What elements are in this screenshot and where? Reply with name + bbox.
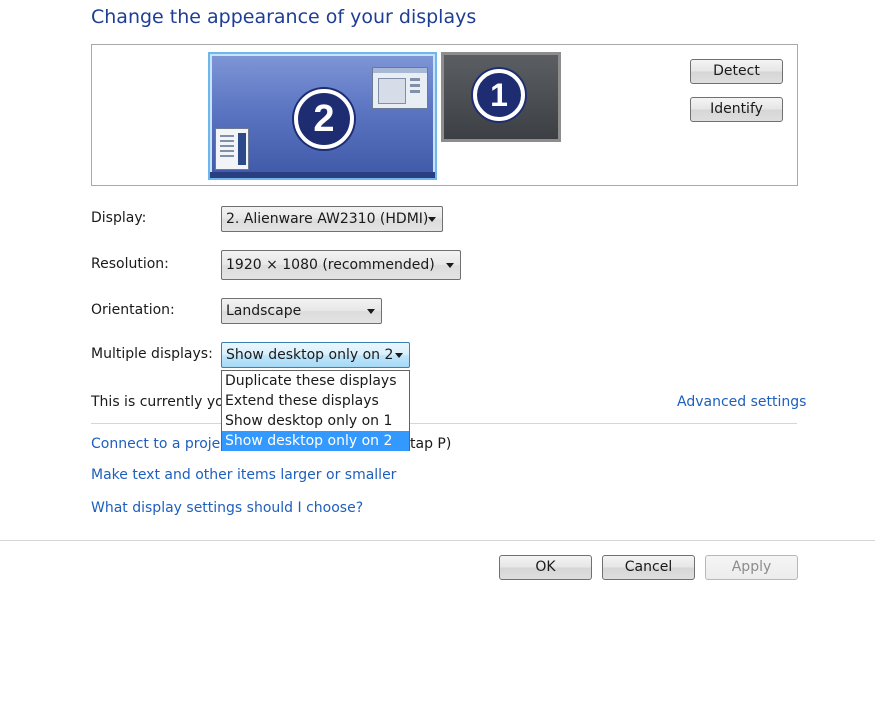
- multiple-displays-label: Multiple displays:: [91, 346, 213, 362]
- detect-button[interactable]: Detect: [690, 59, 783, 84]
- resolution-select-value: 1920 × 1080 (recommended): [226, 257, 435, 273]
- identify-button[interactable]: Identify: [690, 97, 783, 122]
- display-select[interactable]: 2. Alienware AW2310 (HDMI): [221, 206, 443, 232]
- display-preview-panel: 2 1 Detect Identify: [91, 44, 798, 186]
- monitor-2-thumbnail[interactable]: 2: [208, 52, 437, 180]
- monitor-number-badge: 2: [294, 89, 354, 149]
- chevron-down-icon: [446, 263, 454, 268]
- display-help-link[interactable]: What display settings should I choose?: [91, 500, 363, 516]
- monitor-1-thumbnail[interactable]: 1: [441, 52, 561, 142]
- dropdown-option-only-1[interactable]: Show desktop only on 1: [222, 411, 409, 431]
- connect-projector-link[interactable]: Connect to a projec: [91, 436, 228, 452]
- chevron-down-icon: [395, 353, 403, 358]
- display-label: Display:: [91, 210, 147, 226]
- resolution-label: Resolution:: [91, 256, 169, 272]
- start-menu-thumbnail-icon: [215, 128, 249, 170]
- current-display-status-text: This is currently you: [91, 394, 233, 410]
- cancel-button[interactable]: Cancel: [602, 555, 695, 580]
- dropdown-option-duplicate[interactable]: Duplicate these displays: [222, 371, 409, 391]
- dropdown-option-extend[interactable]: Extend these displays: [222, 391, 409, 411]
- text-size-link[interactable]: Make text and other items larger or smal…: [91, 467, 396, 483]
- ok-button[interactable]: OK: [499, 555, 592, 580]
- orientation-select-value: Landscape: [226, 303, 302, 319]
- monitor-number-badge: 1: [473, 69, 525, 121]
- chevron-down-icon: [367, 309, 375, 314]
- multiple-displays-dropdown-list: Duplicate these displays Extend these di…: [221, 370, 410, 451]
- dropdown-option-only-2[interactable]: Show desktop only on 2: [222, 431, 409, 451]
- orientation-select[interactable]: Landscape: [221, 298, 382, 324]
- footer-divider: [0, 540, 875, 541]
- display-select-value: 2. Alienware AW2310 (HDMI): [226, 211, 429, 227]
- page-title: Change the appearance of your displays: [91, 6, 477, 28]
- chevron-down-icon: [428, 217, 436, 222]
- multiple-displays-select[interactable]: Show desktop only on 2: [221, 342, 410, 368]
- taskbar-strip: [210, 172, 435, 178]
- orientation-label: Orientation:: [91, 302, 175, 318]
- advanced-settings-link[interactable]: Advanced settings: [677, 394, 806, 410]
- resolution-select[interactable]: 1920 × 1080 (recommended): [221, 250, 461, 280]
- divider: [91, 423, 797, 424]
- window-thumbnail-icon: [372, 67, 428, 109]
- apply-button[interactable]: Apply: [705, 555, 798, 580]
- multiple-displays-select-value: Show desktop only on 2: [226, 347, 394, 363]
- projector-shortcut-hint: tap P): [410, 436, 452, 452]
